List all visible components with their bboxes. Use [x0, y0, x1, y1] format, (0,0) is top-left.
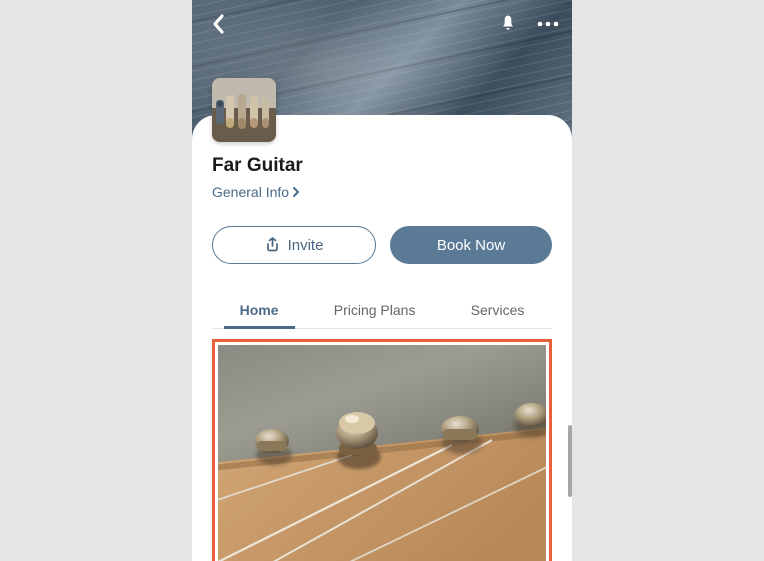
book-now-label: Book Now: [437, 237, 505, 254]
chevron-right-icon: [292, 186, 300, 198]
invite-button[interactable]: Invite: [212, 226, 376, 264]
notifications-button[interactable]: [496, 12, 520, 36]
tab-pricing-label: Pricing Plans: [334, 302, 416, 318]
featured-image-highlight: [212, 339, 552, 561]
content-area: [212, 339, 552, 561]
tab-services-label: Services: [471, 302, 525, 318]
chevron-left-icon: [211, 13, 225, 35]
bell-icon: [498, 14, 518, 34]
invite-label: Invite: [288, 237, 324, 254]
app-screen: Far Guitar General Info Invite Book Now: [192, 0, 572, 561]
avatar: [212, 78, 276, 142]
book-now-button[interactable]: Book Now: [390, 226, 552, 264]
tabs: Home Pricing Plans Services: [212, 292, 552, 329]
general-info-label: General Info: [212, 184, 289, 200]
scrollbar[interactable]: [568, 425, 572, 497]
avatar-image: [212, 78, 276, 142]
top-bar: [204, 10, 560, 38]
profile-card: Far Guitar General Info Invite Book Now: [192, 115, 572, 561]
general-info-link[interactable]: General Info: [212, 184, 552, 200]
tab-home[interactable]: Home: [236, 292, 283, 328]
action-buttons: Invite Book Now: [212, 226, 552, 264]
guitar-headstock-image: [218, 345, 546, 561]
tab-home-label: Home: [240, 302, 279, 318]
featured-image[interactable]: [218, 345, 546, 561]
more-button[interactable]: [536, 12, 560, 36]
top-right-actions: [496, 12, 560, 36]
share-icon: [265, 237, 280, 253]
tab-services[interactable]: Services: [467, 292, 529, 328]
dots-horizontal-icon: [537, 21, 559, 27]
back-button[interactable]: [204, 10, 232, 38]
tab-pricing-plans[interactable]: Pricing Plans: [330, 292, 420, 328]
